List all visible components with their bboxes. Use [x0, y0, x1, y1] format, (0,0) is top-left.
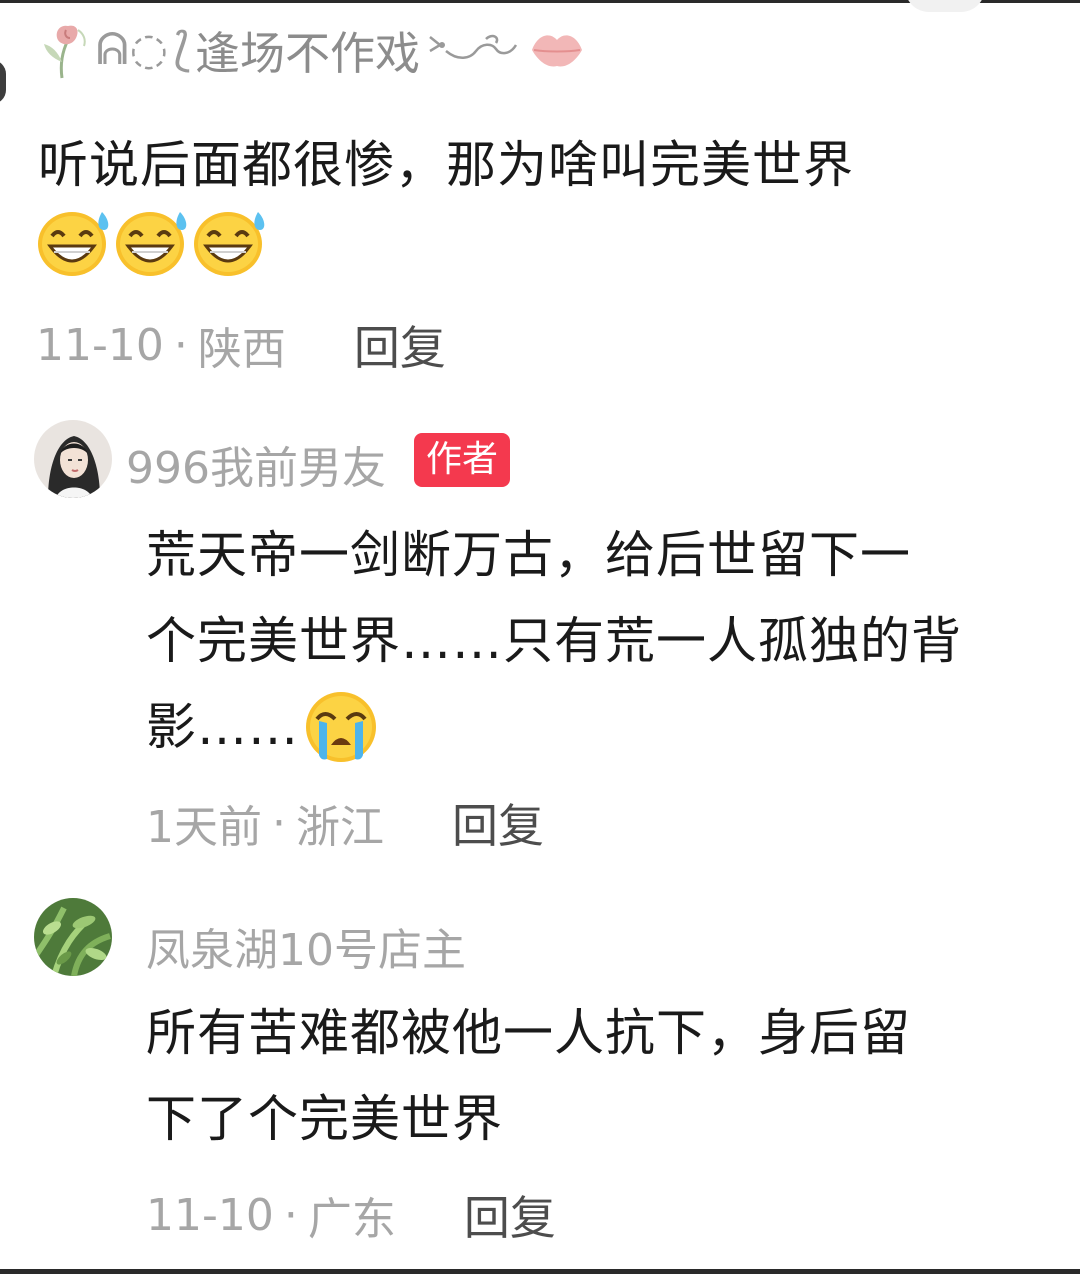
comment-2-text-line-3: 影……	[146, 684, 962, 770]
deco-bracket: ⟅	[173, 22, 191, 76]
comment-3: 凤泉湖10号店主 所有苦难都被他一人抗下，身后留 下了个完美世界 11-10 ·…	[0, 880, 1080, 1270]
comment-1-username-row[interactable]: ᕱ◌ ⟅ 逢场不作戏	[38, 14, 586, 84]
avatar-portrait	[34, 420, 112, 498]
comment-2-text-line: 影……	[146, 698, 299, 756]
meta-separator: ·	[283, 1189, 298, 1241]
comment-1-location: 陕西	[197, 324, 286, 375]
comment-2-text-line: 个完美世界……只有荒一人孤独的背	[146, 612, 962, 670]
comment-2: 996我前男友 作者 荒天帝一剑断万古，给后世留下一 个完美世界……只有荒一人孤…	[0, 400, 1080, 870]
comment-3-text-line: 下了个完美世界	[146, 1090, 503, 1148]
grin-sweat-emoji	[38, 212, 109, 276]
comment-1-text-content: 听说后面都很惨，那为啥叫完美世界	[38, 136, 854, 194]
comment-1-meta: 11-10 · 陕西 回复	[36, 312, 446, 378]
comment-3-text: 所有苦难都被他一人抗下，身后留 下了个完美世界	[146, 990, 911, 1162]
comment-1-date: 11-10	[36, 319, 164, 371]
comment-2-text: 荒天帝一剑断万古，给后世留下一 个完美世界……只有荒一人孤独的背 影……	[146, 512, 962, 770]
comment-3-username[interactable]: 凤泉湖10号店主	[146, 914, 466, 978]
comment-2-time: 1天前	[146, 802, 262, 853]
comment-1-username: 逢场不作戏	[195, 26, 421, 80]
comment-3-reply-button[interactable]: 回复	[464, 1182, 556, 1248]
comment-3-location: 广东	[307, 1194, 396, 1245]
comment-2-location: 浙江	[296, 802, 384, 853]
comment-3-date: 11-10	[146, 1189, 274, 1241]
comment-2-meta: 1天前 · 浙江 回复	[146, 790, 544, 856]
comment-2-avatar[interactable]	[34, 420, 112, 498]
meta-separator: ·	[272, 797, 286, 849]
rose-icon	[44, 25, 86, 79]
grin-sweat-emoji	[116, 212, 187, 276]
crying-emoji	[306, 692, 376, 762]
comment-2-text-line: 荒天帝一剑断万古，给后世留下一	[146, 526, 911, 584]
meta-separator: ·	[173, 319, 188, 371]
comment-3-meta: 11-10 · 广东 回复	[146, 1182, 556, 1248]
comment-2-username[interactable]: 996我前男友	[126, 432, 386, 496]
author-badge: 作者	[414, 433, 511, 487]
grin-sweat-emoji	[194, 212, 265, 276]
ribbon-icon	[429, 34, 518, 59]
comment-1-reply-button[interactable]: 回复	[354, 312, 446, 378]
comment-1-emoji-row	[36, 206, 268, 278]
comment-3-text-line: 所有苦难都被他一人抗下，身后留	[146, 1004, 911, 1062]
deco-glyph: ᕱ◌	[96, 23, 170, 75]
comment-1-text: 听说后面都很惨，那为啥叫完美世界	[38, 122, 854, 208]
bottom-border	[0, 1269, 1080, 1274]
comment-1: ᕱ◌ ⟅ 逢场不作戏 听说后面都很惨，那为啥叫完美世界 11-10 · 陕西 回…	[0, 0, 1080, 390]
comment-3-avatar[interactable]	[34, 898, 112, 976]
lips-icon	[532, 35, 583, 67]
comment-2-reply-button[interactable]: 回复	[452, 790, 544, 856]
avatar-plant	[34, 898, 112, 976]
